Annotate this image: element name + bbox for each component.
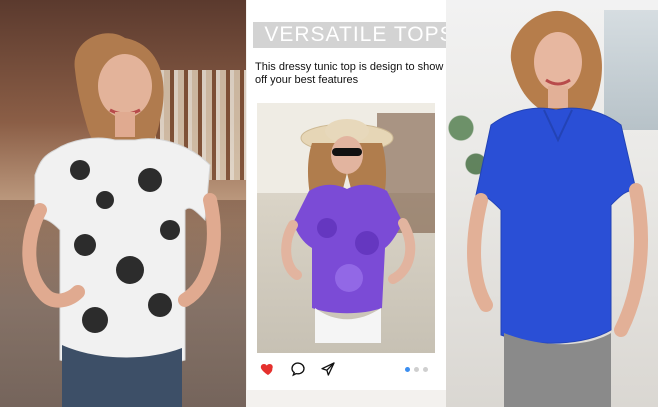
headline-banner: VERSATILE TOPS [253, 22, 466, 48]
social-post-card: VERSATILE TOPS This dressy tunic top is … [247, 0, 466, 390]
description: This dressy tunic top is design to show … [255, 61, 444, 86]
carousel-dot [414, 367, 419, 372]
woman-in-white-tie-dye-top [22, 33, 221, 407]
carousel-dot-active [405, 367, 410, 372]
woman-in-blue-top [467, 10, 648, 407]
right-model-photo [446, 0, 658, 407]
headline: VERSATILE TOPS [264, 23, 455, 46]
comment-icon[interactable] [289, 360, 307, 378]
woman-in-purple-top [281, 119, 416, 343]
send-icon[interactable] [319, 360, 337, 378]
carousel-dot [423, 367, 428, 372]
carousel-indicator [405, 367, 428, 372]
post-actions [259, 360, 337, 378]
heart-icon[interactable] [259, 360, 277, 378]
center-model-photo [257, 103, 435, 353]
product-collage: VERSATILE TOPS This dressy tunic top is … [0, 0, 658, 407]
left-model-photo [0, 0, 246, 407]
